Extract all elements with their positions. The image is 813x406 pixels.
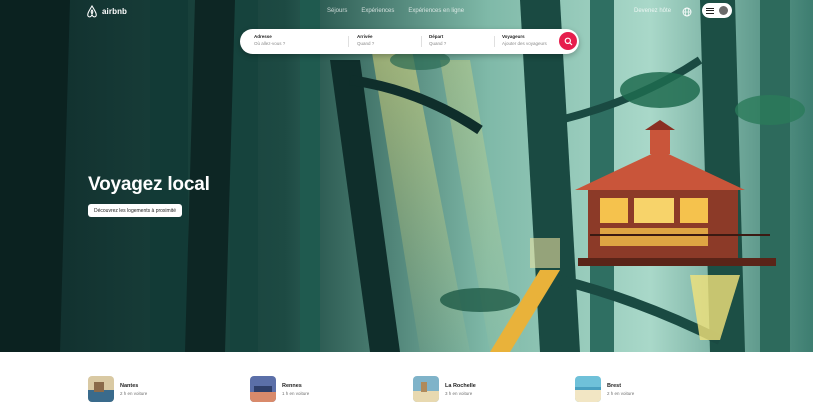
location-field[interactable]: Adresse Où allez-vous ? [254, 34, 285, 46]
nearby-destinations: Nantes 2 h en voiture Rennes 1 h en voit… [0, 352, 813, 406]
location-input[interactable]: Où allez-vous ? [254, 41, 285, 46]
destination-name: La Rochelle [445, 382, 476, 389]
nav-link-stays[interactable]: Séjours [327, 8, 347, 14]
checkin-input[interactable]: Quand ? [357, 41, 374, 46]
destination-name: Rennes [282, 382, 302, 389]
guests-field[interactable]: Voyageurs Ajouter des voyageurs [502, 34, 547, 46]
destination-distance: 1 h en voiture [282, 390, 310, 396]
checkout-field[interactable]: Départ Quand ? [429, 34, 446, 46]
destination-thumbnail [250, 376, 276, 402]
search-divider [421, 36, 422, 47]
destination-thumbnail [88, 376, 114, 402]
search-icon [564, 37, 572, 45]
destination-distance: 3 h en voiture [445, 390, 473, 396]
nav-link-experiences[interactable]: Expériences [361, 8, 394, 14]
search-divider [348, 36, 349, 47]
location-label: Adresse [254, 34, 272, 39]
hero-headline: Voyagez local [88, 174, 210, 195]
nav-link-online-experiences[interactable]: Expériences en ligne [408, 8, 464, 14]
destination-distance: 2 h en voiture [120, 390, 148, 396]
checkin-label: Arrivée [357, 34, 373, 39]
guests-input[interactable]: Ajouter des voyageurs [502, 41, 547, 46]
explore-nearby-button[interactable]: Découvrez les logements à proximité [88, 204, 182, 217]
user-menu-button[interactable] [702, 3, 732, 18]
globe-icon[interactable] [682, 7, 692, 17]
hamburger-icon [706, 7, 714, 14]
become-host-link[interactable]: Devenez hôte [634, 8, 671, 14]
destination-card[interactable]: La Rochelle 3 h en voiture [413, 376, 476, 402]
hero-banner: airbnb Séjours Expériences Expériences e… [0, 0, 813, 352]
guests-label: Voyageurs [502, 34, 525, 39]
search-button[interactable] [559, 32, 577, 50]
destination-card[interactable]: Nantes 2 h en voiture [88, 376, 147, 402]
destination-name: Brest [607, 382, 622, 389]
nav-links: Séjours Expériences Expériences en ligne [327, 8, 464, 14]
brand-name: airbnb [102, 7, 128, 16]
destination-thumbnail [575, 376, 601, 402]
destination-name: Nantes [120, 382, 139, 389]
user-avatar-icon [719, 6, 728, 15]
destination-distance: 2 h en voiture [607, 390, 635, 396]
top-navigation: airbnb Séjours Expériences Expériences e… [0, 0, 813, 26]
checkout-input[interactable]: Quand ? [429, 41, 446, 46]
destination-thumbnail [413, 376, 439, 402]
destination-card[interactable]: Rennes 1 h en voiture [250, 376, 309, 402]
checkout-label: Départ [429, 34, 444, 39]
destination-card[interactable]: Brest 2 h en voiture [575, 376, 634, 402]
checkin-field[interactable]: Arrivée Quand ? [357, 34, 374, 46]
brand-logo[interactable]: airbnb [86, 5, 127, 18]
search-divider [494, 36, 495, 47]
airbnb-logo-icon [87, 5, 97, 18]
search-bar: Adresse Où allez-vous ? Arrivée Quand ? … [240, 29, 579, 54]
